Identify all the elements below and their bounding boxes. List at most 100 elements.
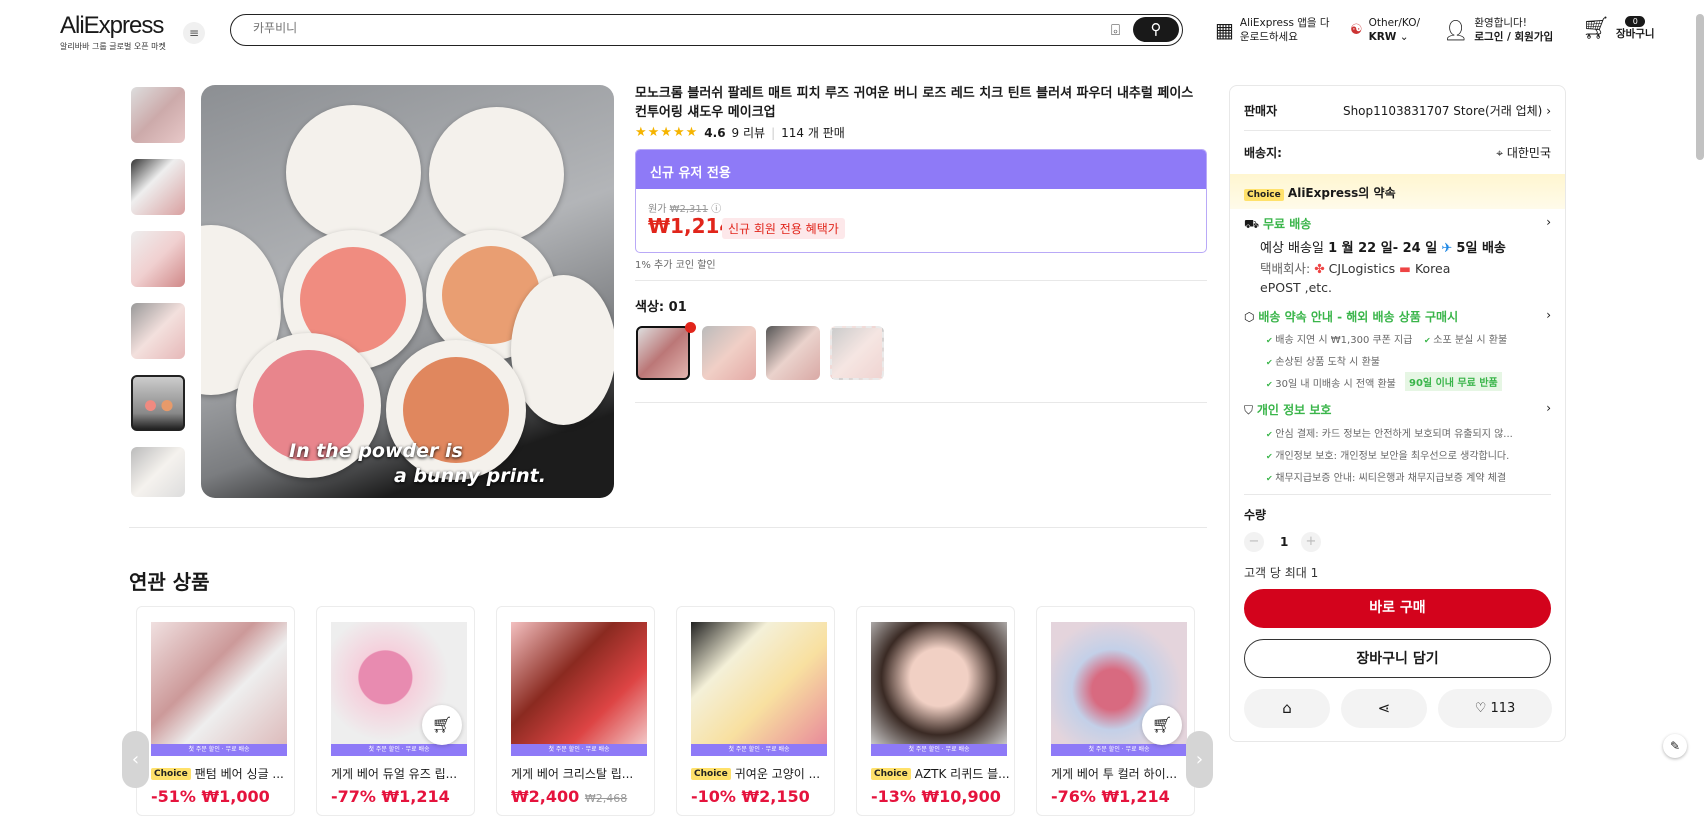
quantity-increase-button[interactable]: + — [1301, 532, 1321, 552]
product-card-name[interactable]: AZTK 리퀴드 블... — [915, 765, 1010, 782]
product-card-image[interactable] — [151, 622, 287, 745]
buy-now-button[interactable]: 바로 구매 — [1244, 589, 1551, 628]
share-icon: ⋖ — [1377, 699, 1391, 717]
edit-feedback-icon[interactable]: ✎ — [1663, 734, 1687, 758]
wishlist-button[interactable]: ♡ 113 — [1438, 689, 1552, 728]
main-product-image[interactable]: In the powder is a bunny print. — [201, 85, 614, 498]
divider — [635, 402, 1207, 403]
color-option-03[interactable] — [766, 326, 820, 380]
sold-count: 114 개 판매 — [781, 126, 845, 140]
color-option-04-unavailable[interactable] — [830, 326, 884, 380]
thumbnail-4[interactable] — [131, 303, 185, 359]
quantity-decrease-button[interactable]: − — [1244, 532, 1264, 552]
product-card-image[interactable] — [691, 622, 827, 745]
chevron-right-icon: › — [1546, 215, 1551, 229]
seller-row[interactable]: 판매자 Shop1103831707 Store(거래 업체) › — [1244, 102, 1551, 119]
quantity-value[interactable]: 1 — [1280, 535, 1288, 549]
promo-band: 첫 주문 할인 · 무료 배송 — [151, 744, 287, 756]
coin-discount: 1% 추가 코인 할인 — [635, 260, 716, 271]
menu-icon[interactable]: ≡ — [183, 22, 205, 44]
discount: -10% — [691, 787, 736, 806]
product-card[interactable]: 첫 주문 할인 · 무료 배송 Choice 귀여운 고양이 ... -10% ₩… — [676, 606, 835, 816]
product-card[interactable]: 첫 주문 할인 · 무료 배송 🛒︎ 게게 베어 듀얼 유즈 립... -77%… — [316, 606, 475, 816]
carousel-prev-button[interactable]: ‹ — [122, 731, 149, 788]
cart-count-badge: 0 — [1625, 16, 1646, 27]
cart-link[interactable]: 🛒︎ 0 장바구니 — [1582, 16, 1655, 41]
choice-banner: Choice AliExpress의 약속 — [1230, 174, 1565, 209]
review-count[interactable]: 9 리뷰 — [732, 124, 766, 141]
thumbnail-1[interactable] — [131, 87, 185, 143]
sale-price: ₩1,214 — [648, 214, 734, 238]
thumbnail-3[interactable] — [131, 231, 185, 287]
share-button[interactable]: ⋖ — [1341, 689, 1427, 728]
promo-band: 첫 주문 할인 · 무료 배송 — [1051, 744, 1187, 756]
privacy-row[interactable]: ⛉ 개인 정보 보호 › — [1244, 401, 1551, 418]
choice-badge: Choice — [871, 767, 911, 780]
heart-icon: ♡ — [1474, 701, 1487, 716]
korea-post-icon: ▬ — [1399, 261, 1411, 276]
app-download[interactable]: ▦ AliExpress 앱을 다 운로드하세요 — [1215, 16, 1330, 44]
rating-row[interactable]: ★★★★★ 4.6 9 리뷰 | 114 개 판매 — [635, 124, 845, 141]
shield-hex-icon: ⬡ — [1244, 310, 1255, 324]
related-products-title: 연관 상품 — [129, 570, 210, 594]
star-rating-icon: ★★★★★ — [635, 125, 699, 140]
chevron-right-icon: › — [1546, 308, 1551, 322]
promo-band: 첫 주문 할인 · 무료 배송 — [691, 744, 827, 756]
add-to-cart-icon[interactable]: 🛒︎ — [422, 705, 462, 745]
search-button[interactable]: ⚲ — [1133, 17, 1179, 42]
product-card[interactable]: 첫 주문 할인 · 무료 배송 Choice AZTK 리퀴드 블... -13%… — [856, 606, 1015, 816]
delivery-promise-row[interactable]: ⬡ 배송 약속 안내 - 해외 배송 상품 구매시 › — [1244, 308, 1551, 325]
new-user-price-box: 신규 유저 전용 원가 ₩2,311 ⓘ ₩1,214 신규 회원 전용 혜택가 — [635, 149, 1207, 253]
account-login[interactable]: 👤︎ 환영합니다! 로그인 / 회원가입 — [1443, 16, 1553, 44]
qr-code-icon: ▦ — [1215, 18, 1234, 42]
product-card-price: ₩2,400 — [511, 787, 580, 806]
product-card-price: ₩1,214 — [381, 787, 450, 806]
product-card-name[interactable]: 팬텀 베어 싱글 ... — [195, 765, 284, 782]
color-label: 색상: 01 — [635, 300, 687, 315]
location-pin-icon: ⌖ — [1496, 146, 1503, 160]
image-search-icon[interactable]: ⌻ — [1111, 21, 1120, 39]
product-card-name[interactable]: 게게 베어 크리스탈 립... — [511, 765, 633, 782]
store-button[interactable]: ⌂ — [1244, 689, 1330, 728]
aliexpress-logo[interactable]: AliExpress 알리바바 그룹 글로벌 오픈 마켓 — [60, 12, 166, 52]
thumbnail-5-selected[interactable] — [131, 375, 185, 431]
product-title: 모노크롬 블러쉬 팔레트 매트 피치 루즈 귀여운 버니 로즈 레드 치크 틴트… — [635, 86, 1194, 120]
thumbnail-6[interactable] — [131, 447, 185, 497]
product-card-name[interactable]: 게게 베어 투 컬러 하이... — [1051, 765, 1177, 782]
free-return-badge: 90일 이내 무료 반품 — [1405, 372, 1502, 391]
store-icon: ⌂ — [1282, 699, 1292, 717]
promo-band: 첫 주문 할인 · 무료 배송 — [511, 744, 647, 756]
product-card-name[interactable]: 게게 베어 듀얼 유즈 립... — [331, 765, 457, 782]
choice-badge: Choice — [691, 767, 731, 780]
product-card[interactable]: 첫 주문 할인 · 무료 배송 🛒︎ 게게 베어 투 컬러 하이... -76%… — [1036, 606, 1195, 816]
plane-icon: ✈ — [1441, 241, 1453, 256]
shield-check-icon: ⛉ — [1244, 403, 1254, 417]
price-tag: 신규 회원 전용 혜택가 — [722, 218, 845, 239]
color-option-02[interactable] — [702, 326, 756, 380]
product-card-name[interactable]: 귀여운 고양이 ... — [735, 765, 820, 782]
ship-to-row[interactable]: 배송지: ⌖ 대한민국 — [1244, 144, 1551, 161]
carousel-next-button[interactable]: › — [1186, 731, 1213, 788]
original-price: ₩2,468 — [584, 792, 628, 805]
add-to-cart-icon[interactable]: 🛒︎ — [1142, 705, 1182, 745]
chevron-right-icon: › — [1546, 401, 1551, 415]
free-shipping-row[interactable]: ⛟ 무료 배송 › — [1244, 215, 1551, 233]
product-card-image[interactable] — [511, 622, 647, 745]
color-option-01[interactable] — [636, 326, 690, 380]
truck-icon: ⛟ — [1244, 217, 1260, 231]
product-card-price: ₩10,900 — [921, 787, 1001, 806]
search-input[interactable] — [253, 21, 1053, 35]
divider — [635, 280, 1207, 281]
product-card[interactable]: 첫 주문 할인 · 무료 배송 게게 베어 크리스탈 립... ₩2,400 ₩… — [496, 606, 655, 816]
promo-band: 첫 주문 할인 · 무료 배송 — [331, 744, 467, 756]
region-selector[interactable]: ☯ Other/KO/KRW ⌄ — [1350, 16, 1420, 44]
search-bar: ⌻ ⚲ — [230, 14, 1183, 46]
chevron-right-icon: › — [1546, 104, 1551, 118]
product-card-image[interactable] — [871, 622, 1007, 745]
page-scrollbar[interactable] — [1696, 14, 1704, 160]
add-to-cart-button[interactable]: 장바구니 담기 — [1244, 639, 1551, 678]
hot-icon — [685, 322, 696, 333]
thumbnail-2[interactable] — [131, 159, 185, 215]
cart-icon: 🛒︎ — [1582, 15, 1610, 41]
product-card[interactable]: 첫 주문 할인 · 무료 배송 Choice 팬텀 베어 싱글 ... -51% … — [136, 606, 295, 816]
